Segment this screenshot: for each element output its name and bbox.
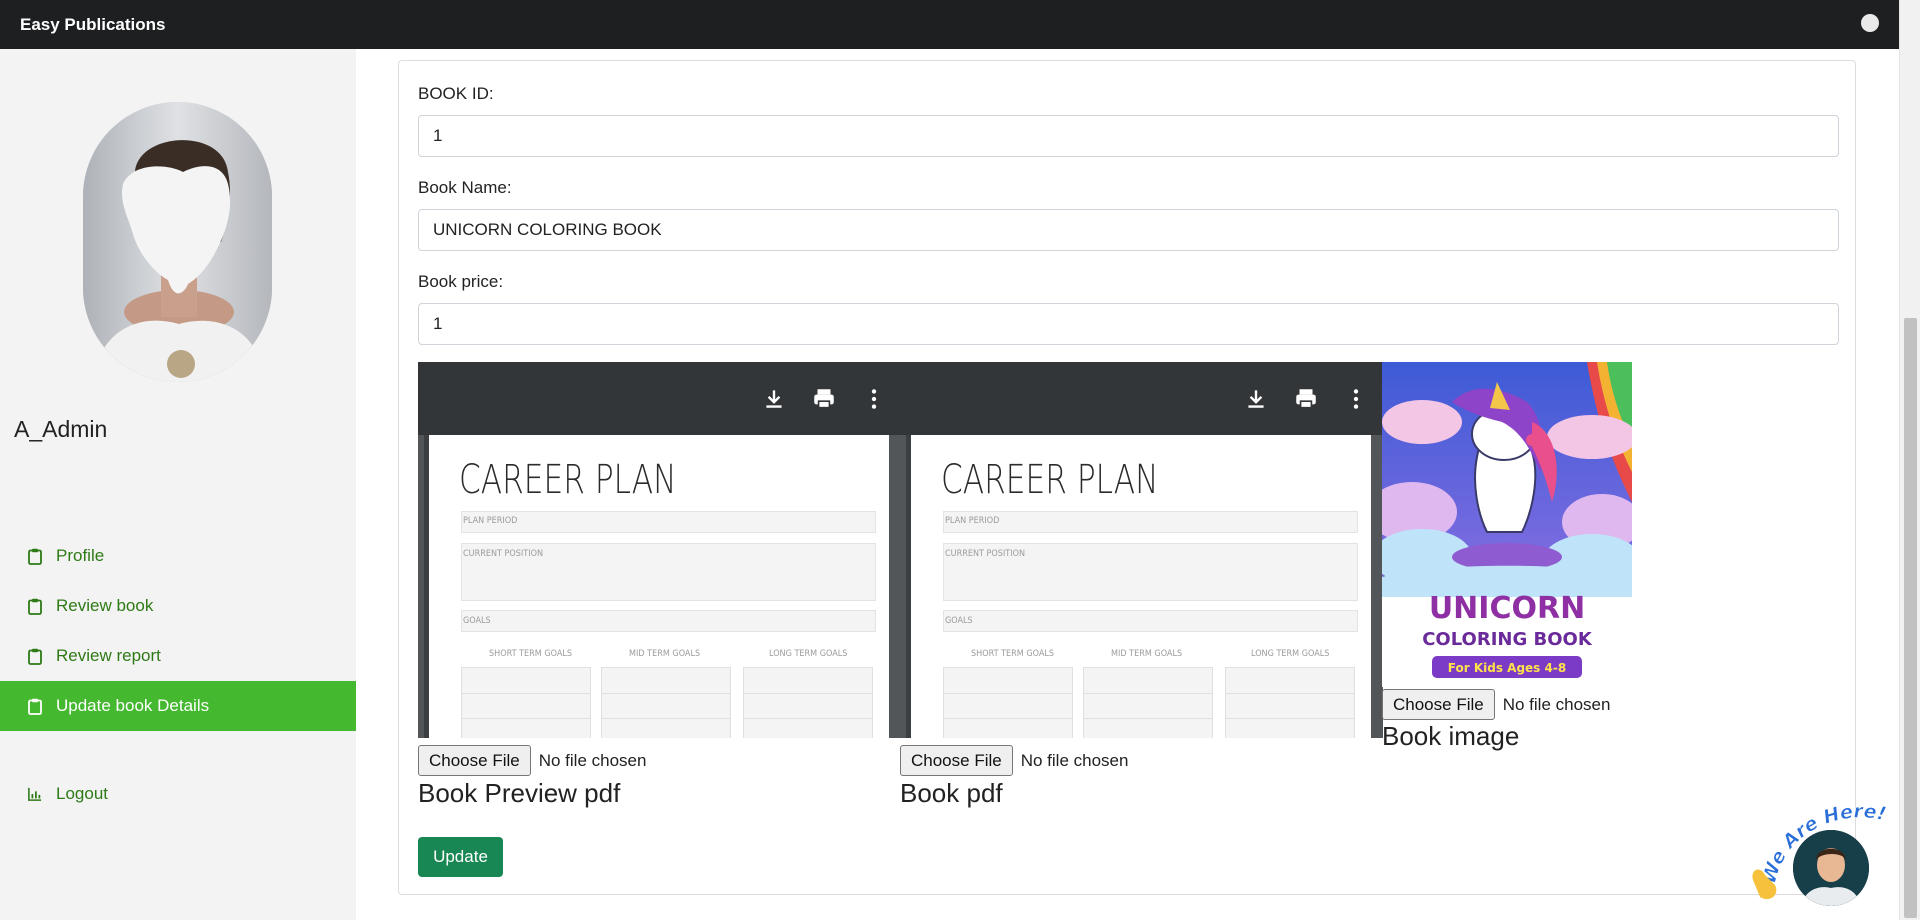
sidebar-item-label: Update book Details xyxy=(56,696,210,715)
update-button[interactable]: Update xyxy=(418,837,503,877)
sidebar-item-label: Review book xyxy=(56,596,154,615)
plan-period-box xyxy=(943,511,1358,533)
chat-widget[interactable]: We Are Here! xyxy=(1745,785,1905,915)
book-pdf-viewer[interactable]: CAREER PLAN PLAN PERIOD CURRENT POSITION… xyxy=(900,362,1383,738)
clipboard-icon xyxy=(28,698,42,715)
choose-file-button[interactable]: Choose File xyxy=(900,745,1013,776)
book-pdf-label: Book pdf xyxy=(900,778,1003,808)
sidebar-item-profile[interactable]: Profile xyxy=(0,531,356,581)
book-id-label: BOOK ID: xyxy=(418,84,494,103)
top-navbar: Easy Publications xyxy=(0,0,1899,49)
print-icon[interactable] xyxy=(1293,386,1319,412)
plan-period-box xyxy=(461,511,876,533)
goals-column xyxy=(601,667,731,738)
pdf-title: CAREER PLAN xyxy=(459,457,677,503)
scrollbar-thumb[interactable] xyxy=(1904,318,1917,918)
book-image-file-input: Choose File No file chosen xyxy=(1382,689,1610,720)
mid-term-goals-text: MID TERM GOALS xyxy=(629,649,701,659)
book-name-input[interactable] xyxy=(418,209,1839,251)
goals-text: GOALS xyxy=(463,616,491,626)
sidebar-item-label: Review report xyxy=(56,646,161,665)
book-price-input[interactable] xyxy=(418,303,1839,345)
sidebar-menu: Profile Review book Review report Update… xyxy=(0,531,356,819)
goals-column xyxy=(1225,667,1355,738)
clipboard-icon xyxy=(28,598,42,615)
clipboard-icon xyxy=(28,648,42,665)
download-icon[interactable] xyxy=(1243,386,1269,412)
pdf-page: CAREER PLAN PLAN PERIOD CURRENT POSITION… xyxy=(906,435,1371,738)
sidebar-item-review-report[interactable]: Review report xyxy=(0,631,356,681)
long-term-goals-text: LONG TERM GOALS xyxy=(769,649,848,659)
user-name: A_Admin xyxy=(14,416,108,442)
goals-column xyxy=(943,667,1073,738)
plan-period-text: PLAN PERIOD xyxy=(463,516,518,526)
brand-name[interactable]: Easy Publications xyxy=(20,15,166,35)
book-preview-pdf-file-input: Choose File No file chosen xyxy=(418,745,646,776)
long-term-goals-text: LONG TERM GOALS xyxy=(1251,649,1330,659)
sidebar: A_Admin Profile Review book Review repor… xyxy=(0,49,356,920)
plan-period-text: PLAN PERIOD xyxy=(945,516,1000,526)
book-pdf-file-input: Choose File No file chosen xyxy=(900,745,1128,776)
current-position-text: CURRENT POSITION xyxy=(463,549,544,559)
choose-file-button[interactable]: Choose File xyxy=(1382,689,1495,720)
mid-term-goals-text: MID TERM GOALS xyxy=(1111,649,1183,659)
cover-subtitle: COLORING BOOK xyxy=(1422,629,1593,650)
short-term-goals-text: SHORT TERM GOALS xyxy=(971,649,1055,659)
book-preview-pdf-viewer[interactable]: CAREER PLAN PLAN PERIOD CURRENT POSITION… xyxy=(418,362,901,738)
more-options-icon[interactable] xyxy=(1343,386,1369,412)
cover-age-text: For Kids Ages 4-8 xyxy=(1448,661,1566,675)
page-scrollbar[interactable] xyxy=(1899,0,1920,920)
sidebar-item-logout[interactable]: Logout xyxy=(0,769,356,819)
download-icon[interactable] xyxy=(761,386,787,412)
sidebar-item-update-book-details[interactable]: Update book Details xyxy=(0,681,356,731)
sidebar-item-label: Profile xyxy=(56,546,105,565)
clipboard-icon xyxy=(28,548,42,565)
pdf-toolbar xyxy=(900,362,1383,435)
toggle-dot-icon[interactable] xyxy=(1861,14,1879,32)
book-price-label: Book price: xyxy=(418,272,504,291)
book-image-label: Book image xyxy=(1382,721,1520,751)
goals-box xyxy=(943,610,1358,632)
sidebar-item-review-book[interactable]: Review book xyxy=(0,581,356,631)
choose-file-button[interactable]: Choose File xyxy=(418,745,531,776)
more-options-icon[interactable] xyxy=(861,386,887,412)
book-cover-image: UNICORN COLORING BOOK For Kids Ages 4-8 xyxy=(1382,362,1632,687)
book-preview-pdf-label: Book Preview pdf xyxy=(418,778,621,808)
goals-column xyxy=(461,667,591,738)
no-file-text: No file chosen xyxy=(1502,694,1611,714)
no-file-text: No file chosen xyxy=(1020,750,1129,770)
goals-column xyxy=(1083,667,1213,738)
goals-box xyxy=(461,610,876,632)
no-file-text: No file chosen xyxy=(538,750,647,770)
pdf-page: CAREER PLAN PLAN PERIOD CURRENT POSITION… xyxy=(424,435,889,738)
book-id-input[interactable] xyxy=(418,115,1839,157)
goals-text: GOALS xyxy=(945,616,973,626)
short-term-goals-text: SHORT TERM GOALS xyxy=(489,649,573,659)
print-icon[interactable] xyxy=(811,386,837,412)
book-name-label: Book Name: xyxy=(418,178,512,197)
pdf-toolbar xyxy=(418,362,901,435)
current-position-text: CURRENT POSITION xyxy=(945,549,1026,559)
pdf-title: CAREER PLAN xyxy=(941,457,1159,503)
chat-agent-avatar[interactable] xyxy=(1793,830,1869,906)
bar-chart-icon xyxy=(28,786,42,803)
sidebar-item-label: Logout xyxy=(56,784,108,803)
profile-avatar xyxy=(83,102,272,382)
goals-column xyxy=(743,667,873,738)
cover-title: UNICORN xyxy=(1429,591,1585,626)
